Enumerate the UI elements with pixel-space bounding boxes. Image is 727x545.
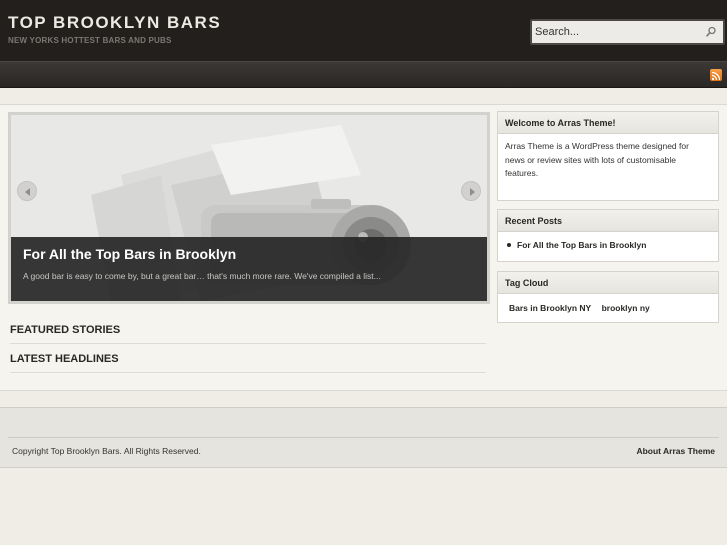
widget-title: Recent Posts	[498, 210, 718, 232]
chevron-right-icon	[470, 188, 475, 196]
welcome-widget: Welcome to Arras Theme! Arras Theme is a…	[497, 111, 719, 201]
site-header: TOP BROOKLYN BARS NEW YORKS HOTTEST BARS…	[0, 0, 727, 61]
recent-post-link[interactable]: For All the Top Bars in Brooklyn	[505, 240, 718, 250]
slide-caption: For All the Top Bars in Brooklyn A good …	[11, 237, 487, 301]
latest-headlines-heading: LATEST HEADLINES	[10, 344, 486, 373]
tag-link[interactable]: brooklyn ny	[602, 303, 650, 313]
site-title[interactable]: TOP BROOKLYN BARS	[8, 13, 221, 33]
site-tagline: NEW YORKS HOTTEST BARS AND PUBS	[8, 36, 172, 45]
slider-next-button[interactable]	[461, 181, 481, 201]
chevron-left-icon	[25, 188, 30, 196]
slide-title-link[interactable]: For All the Top Bars in Brooklyn	[23, 246, 236, 262]
recent-posts-list: For All the Top Bars in Brooklyn	[498, 232, 718, 250]
featured-slider[interactable]: For All the Top Bars in Brooklyn A good …	[8, 112, 490, 304]
recent-posts-widget: Recent Posts For All the Top Bars in Bro…	[497, 209, 719, 262]
search-form	[530, 19, 725, 45]
rss-feed-icon[interactable]	[710, 69, 722, 81]
search-input[interactable]	[535, 24, 700, 40]
slider-prev-button[interactable]	[17, 181, 37, 201]
copyright-text: Copyright Top Brooklyn Bars. All Rights …	[12, 446, 201, 456]
tag-cloud: Bars in Brooklyn NY brooklyn ny	[498, 294, 718, 313]
widget-title: Tag Cloud	[498, 272, 718, 294]
about-theme-link[interactable]: About Arras Theme	[636, 446, 715, 456]
footer-divider	[8, 437, 719, 438]
widget-title: Welcome to Arras Theme!	[498, 112, 718, 134]
site-footer: Copyright Top Brooklyn Bars. All Rights …	[0, 407, 727, 468]
tag-cloud-widget: Tag Cloud Bars in Brooklyn NY brooklyn n…	[497, 271, 719, 323]
tag-link[interactable]: Bars in Brooklyn NY	[509, 303, 591, 313]
search-icon[interactable]	[705, 25, 717, 37]
slide-excerpt: A good bar is easy to come by, but a gre…	[23, 271, 381, 281]
welcome-text: Arras Theme is a WordPress theme designe…	[505, 141, 689, 178]
main-navigation	[0, 61, 727, 88]
main-content: For All the Top Bars in Brooklyn A good …	[0, 104, 727, 391]
featured-stories-heading: FEATURED STORIES	[10, 315, 486, 344]
